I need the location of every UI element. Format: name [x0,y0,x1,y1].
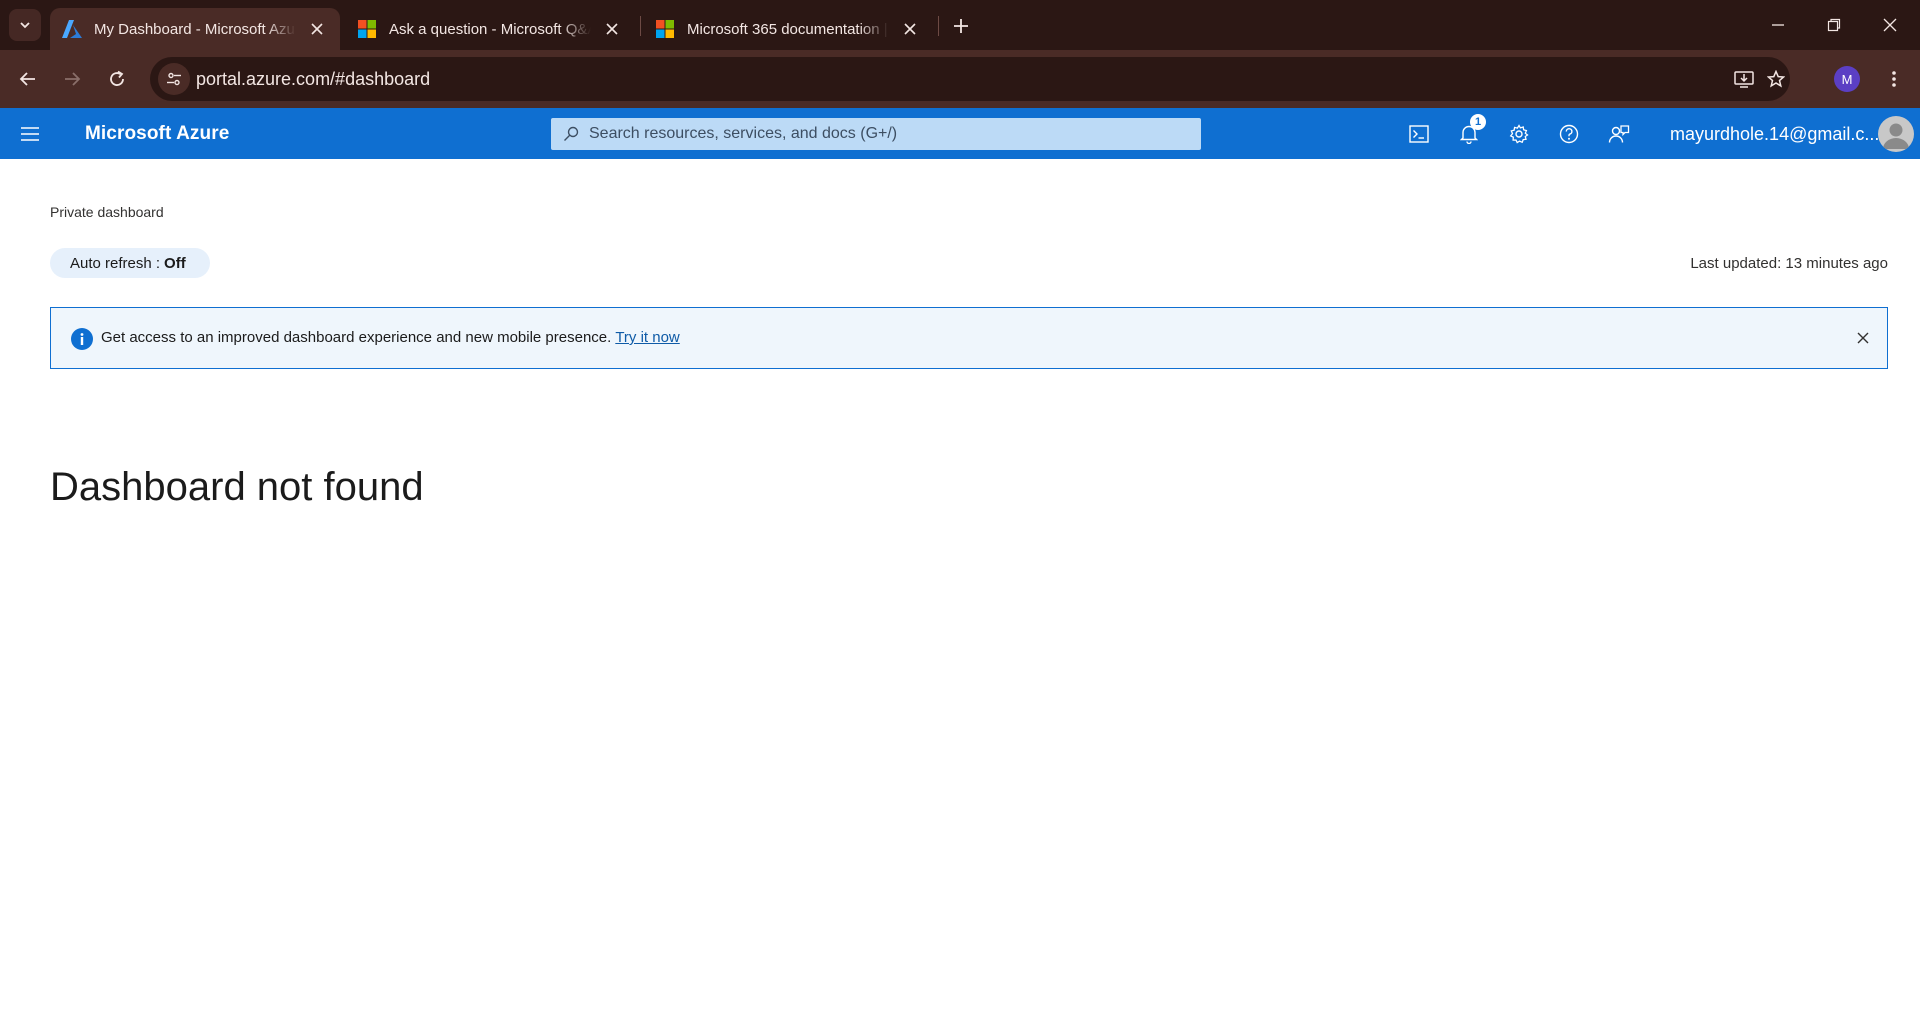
help-icon [1559,124,1579,144]
gear-icon [1509,124,1529,144]
feedback-button[interactable] [1602,118,1636,150]
tab-ask-question[interactable]: Ask a question - Microsoft Q&A [345,8,635,50]
banner-close-button[interactable] [1851,326,1875,350]
tab-search-button[interactable] [9,9,41,41]
info-icon [71,328,93,350]
breadcrumb: Private dashboard [50,204,164,220]
auto-refresh-label: Auto refresh : [70,254,161,272]
address-bar[interactable]: portal.azure.com/#dashboard [150,57,1790,101]
azure-brand[interactable]: Microsoft Azure [85,123,229,145]
hamburger-icon [21,127,39,141]
azure-top-bar: Microsoft Azure 1 mayurdhole.14@gmail.c.… [0,108,1920,159]
forward-button[interactable] [56,63,88,95]
close-icon[interactable] [306,18,328,40]
bookmark-button[interactable] [1760,63,1792,95]
microsoft-logo-icon [655,19,675,39]
close-icon [1857,332,1869,344]
search-input[interactable] [589,125,1189,143]
tab-title: Microsoft 365 documentation | Microsoft … [687,20,889,38]
avatar[interactable] [1878,116,1914,152]
close-icon[interactable] [899,18,921,40]
plus-icon [954,19,968,33]
reload-icon [110,70,124,86]
arrow-right-icon [65,72,81,86]
account-name[interactable]: mayurdhole.14@gmail.c... [1670,124,1879,145]
site-info-button[interactable] [158,63,190,95]
terminal-icon [1409,125,1429,143]
settings-button[interactable] [1502,118,1536,150]
feedback-icon [1608,125,1630,143]
arrow-left-icon [19,72,35,86]
restore-icon [1827,18,1841,32]
global-search[interactable] [551,118,1201,150]
tab-title: My Dashboard - Microsoft Azure [94,20,296,38]
back-button[interactable] [12,63,44,95]
profile-avatar[interactable]: M [1834,66,1860,92]
chevron-down-icon [20,22,30,29]
url-text[interactable]: portal.azure.com/#dashboard [196,69,430,90]
restore-button[interactable] [1806,0,1862,50]
info-banner: Get access to an improved dashboard expe… [50,307,1888,369]
reload-button[interactable] [101,63,133,95]
banner-message: Get access to an improved dashboard expe… [101,329,680,346]
star-icon [1767,70,1785,88]
tab-azure-dashboard[interactable]: My Dashboard - Microsoft Azure [50,8,340,50]
new-tab-button[interactable] [946,11,976,41]
try-it-now-link[interactable]: Try it now [615,329,679,346]
search-icon [564,126,579,141]
tab-separator [640,16,641,36]
more-vertical-icon [1892,71,1896,87]
close-icon[interactable] [601,18,623,40]
portal-menu-button[interactable] [14,120,46,148]
notification-count-badge: 1 [1470,114,1486,130]
tab-separator [938,16,939,36]
browser-toolbar: portal.azure.com/#dashboard M [0,50,1920,108]
browser-tab-strip: My Dashboard - Microsoft Azure Ask a que… [0,0,1920,50]
tab-title: Ask a question - Microsoft Q&A [389,20,591,38]
auto-refresh-value: Off [164,254,186,272]
minimize-icon [1772,24,1784,26]
auto-refresh-button[interactable]: Auto refresh : Off [50,248,210,278]
install-icon [1734,71,1754,88]
last-updated-text: Last updated: 13 minutes ago [1690,255,1888,272]
browser-menu-button[interactable] [1878,63,1910,95]
page-title: Dashboard not found [50,465,424,509]
minimize-button[interactable] [1750,0,1806,50]
banner-text: Get access to an improved dashboard expe… [101,329,612,346]
tab-m365-docs[interactable]: Microsoft 365 documentation | Microsoft … [643,8,933,50]
cloud-shell-button[interactable] [1402,118,1436,150]
tune-icon [167,72,181,86]
close-icon [1883,18,1897,32]
install-app-button[interactable] [1728,63,1760,95]
window-close-button[interactable] [1862,0,1918,50]
azure-logo-icon [62,19,82,39]
microsoft-logo-icon [357,19,377,39]
help-button[interactable] [1552,118,1586,150]
user-icon [1883,123,1909,149]
